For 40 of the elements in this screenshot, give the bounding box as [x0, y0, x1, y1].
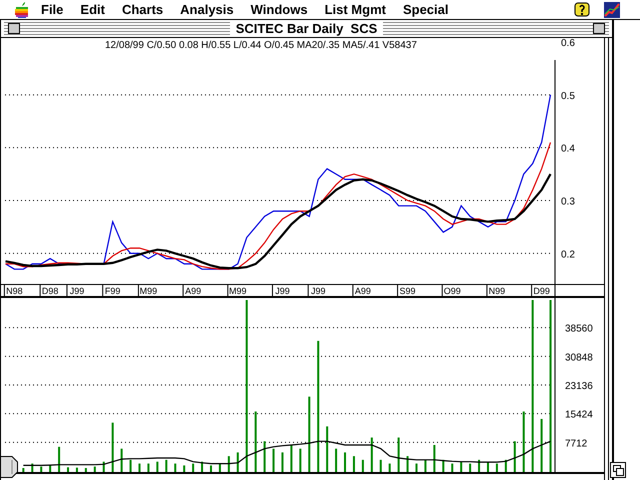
size-box[interactable]	[610, 462, 626, 478]
axis-label: N98	[6, 286, 23, 296]
axis-label: 0.3	[561, 196, 575, 208]
axis-label: 0.6	[561, 38, 575, 49]
axis-label: N99	[488, 286, 506, 296]
close-box[interactable]	[8, 23, 20, 34]
axis-label: 0.2	[561, 249, 575, 260]
help-icon[interactable]	[574, 2, 590, 18]
window-title: SCITEC Bar Daily SCS	[230, 22, 384, 36]
apple-icon[interactable]	[15, 2, 29, 18]
zoom-box[interactable]	[592, 23, 605, 34]
axis-label: 30848	[565, 352, 593, 364]
axis-label: F99	[104, 286, 120, 296]
axis-label: J99	[310, 286, 326, 296]
axis-label: M99	[140, 286, 158, 296]
axis-label: S99	[400, 286, 416, 296]
axis-label: J99	[275, 286, 290, 296]
menu-item[interactable]: List Mgmt	[324, 0, 386, 20]
axis-label: O99	[444, 286, 461, 296]
scroll-thumb[interactable]	[0, 456, 18, 478]
axis-label: 0.4	[561, 144, 575, 155]
axis-label: 38560	[565, 324, 593, 335]
axis-label: M99	[229, 286, 247, 296]
axis-label: A99	[354, 286, 371, 296]
axis-label: D98	[42, 286, 58, 296]
menu-item[interactable]: Special	[402, 0, 448, 20]
axis-label: A99	[185, 286, 202, 296]
axis-label: 7712	[565, 438, 588, 450]
menu-item[interactable]: File	[41, 0, 64, 20]
quote-line: 12/08/99 C/0.50 0.08 H/0.55 L/0.44 O/0.45 MA20/.35 MA5/.41 V58437	[105, 40, 417, 51]
axis-label: 15424	[565, 410, 593, 421]
axis-label: 0.5	[561, 90, 575, 102]
axis-label: D99	[533, 286, 550, 296]
menu-item[interactable]: Windows	[250, 0, 308, 20]
menu-item[interactable]: Charts	[122, 0, 164, 20]
chart-icon[interactable]	[604, 2, 620, 18]
menu-item[interactable]: Analysis	[180, 0, 234, 20]
axis-label: 23136	[565, 381, 593, 392]
axis-label: J99	[70, 286, 84, 296]
menu-item[interactable]: Edit	[80, 0, 105, 20]
